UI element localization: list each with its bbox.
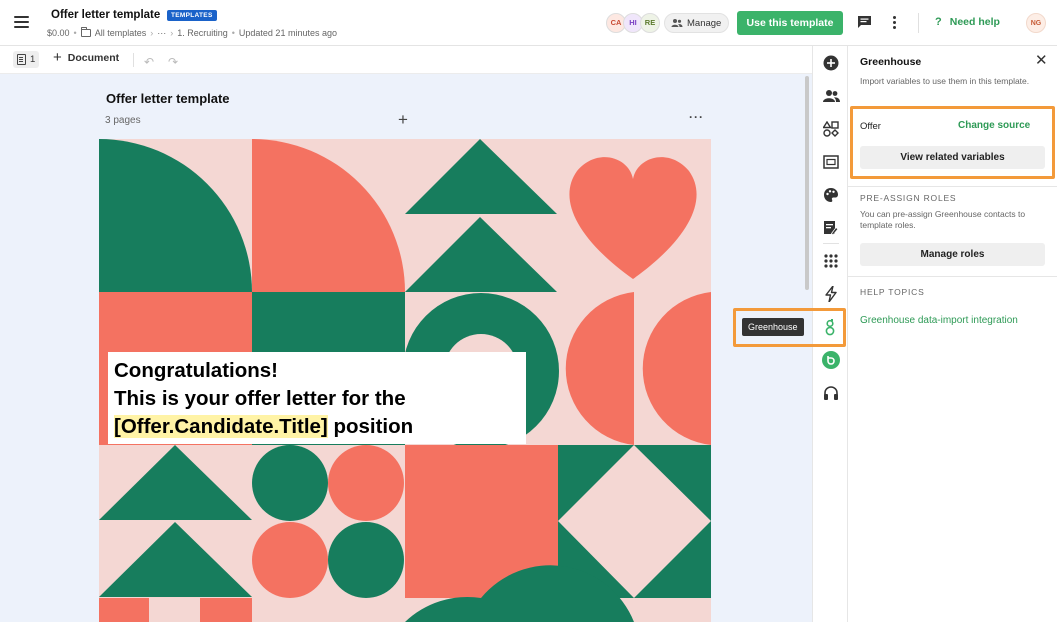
offer-line: This is your offer letter for the <box>114 387 406 410</box>
shapes-icon[interactable] <box>822 120 840 138</box>
position-line: [Offer.Candidate.Title] position <box>114 413 520 441</box>
help-topics-heading: HELP TOPICS <box>860 287 925 297</box>
panel-description: Import variables to use them in this tem… <box>860 76 1030 86</box>
folder-icon <box>80 27 91 37</box>
lightning-icon[interactable] <box>822 285 840 303</box>
congrats-line: Congratulations! <box>114 359 278 382</box>
plus-icon: + <box>53 49 62 66</box>
panel-title: Greenhouse <box>860 56 922 68</box>
manage-label: Manage <box>687 17 722 29</box>
candidate-title-variable[interactable]: [Offer.Candidate.Title] <box>114 415 328 438</box>
page-icon <box>17 54 26 65</box>
change-source-button[interactable]: Change source <box>958 120 1030 131</box>
user-avatar[interactable]: NG <box>1026 13 1046 33</box>
offer-text-block[interactable]: Congratulations! This is your offer lett… <box>108 352 526 444</box>
add-circle-icon[interactable] <box>822 54 840 72</box>
palette-icon[interactable] <box>822 186 840 204</box>
preassign-description: You can pre-assign Greenhouse contacts t… <box>860 209 1026 230</box>
undo-icon[interactable]: ↶ <box>144 55 154 69</box>
chat-icon[interactable] <box>857 15 872 29</box>
need-help-button[interactable]: ? Need help <box>935 16 1000 28</box>
breadcrumb-folder[interactable]: 1. Recruiting <box>177 28 228 38</box>
more-options-icon[interactable]: ··· <box>689 110 704 124</box>
manage-button[interactable]: Manage <box>664 13 730 33</box>
document-title[interactable]: Offer letter template <box>51 9 160 21</box>
position-suffix: position <box>327 415 414 438</box>
price-label: $0.00 <box>47 28 70 38</box>
canvas-document-title: Offer letter template <box>106 91 230 106</box>
fields-icon[interactable] <box>822 219 840 237</box>
app-header: Offer letter template TEMPLATES $0.00 • … <box>0 0 1057 46</box>
avatar[interactable]: RE <box>640 13 660 33</box>
apps-icon[interactable] <box>822 252 840 270</box>
breadcrumb-more[interactable]: ··· <box>157 28 166 38</box>
document-page[interactable]: Congratulations! This is your offer lett… <box>99 139 711 622</box>
people-icon[interactable] <box>822 87 840 105</box>
redo-icon[interactable]: ↷ <box>168 55 178 69</box>
breadcrumb-all-templates[interactable]: All templates <box>95 28 147 38</box>
view-related-variables-button[interactable]: View related variables <box>860 146 1045 169</box>
page-count-button[interactable]: 1 <box>13 51 40 68</box>
scrollbar[interactable] <box>805 76 809 290</box>
templates-badge: TEMPLATES <box>167 10 217 21</box>
use-template-button[interactable]: Use this template <box>737 11 843 35</box>
manage-roles-button[interactable]: Manage roles <box>860 243 1045 266</box>
help-icon: ? <box>935 16 942 28</box>
integration-icon[interactable] <box>822 351 840 369</box>
users-icon <box>671 19 683 27</box>
add-document-button[interactable]: + Document <box>53 49 120 66</box>
updated-timestamp: Updated 21 minutes ago <box>238 28 337 38</box>
editor-toolbar: 1 + Document ↶ ↷ <box>0 46 812 74</box>
greenhouse-help-link[interactable]: Greenhouse data-import integration <box>860 315 1018 326</box>
collaborator-avatars: CA HI RE <box>606 13 660 33</box>
media-icon[interactable] <box>822 153 840 171</box>
need-help-label: Need help <box>949 16 1000 28</box>
preassign-roles-heading: PRE-ASSIGN ROLES <box>860 193 957 203</box>
close-icon[interactable]: ✕ <box>1035 53 1048 68</box>
more-vertical-icon[interactable] <box>893 16 897 30</box>
breadcrumb: $0.00 • All templates › ··· › 1. Recruit… <box>47 27 337 38</box>
add-document-label: Document <box>67 52 120 64</box>
greenhouse-panel: Greenhouse ✕ Import variables to use the… <box>848 46 1057 622</box>
add-page-icon[interactable]: + <box>398 110 408 130</box>
page-count-value: 1 <box>30 54 36 65</box>
menu-icon[interactable] <box>14 16 29 28</box>
document-canvas: Offer letter template 3 pages + ··· Cong… <box>0 74 812 622</box>
pages-count-label: 3 pages <box>105 115 141 126</box>
headset-icon[interactable] <box>822 384 840 402</box>
highlight-annotation <box>733 308 846 347</box>
offer-source-label: Offer <box>860 121 881 132</box>
